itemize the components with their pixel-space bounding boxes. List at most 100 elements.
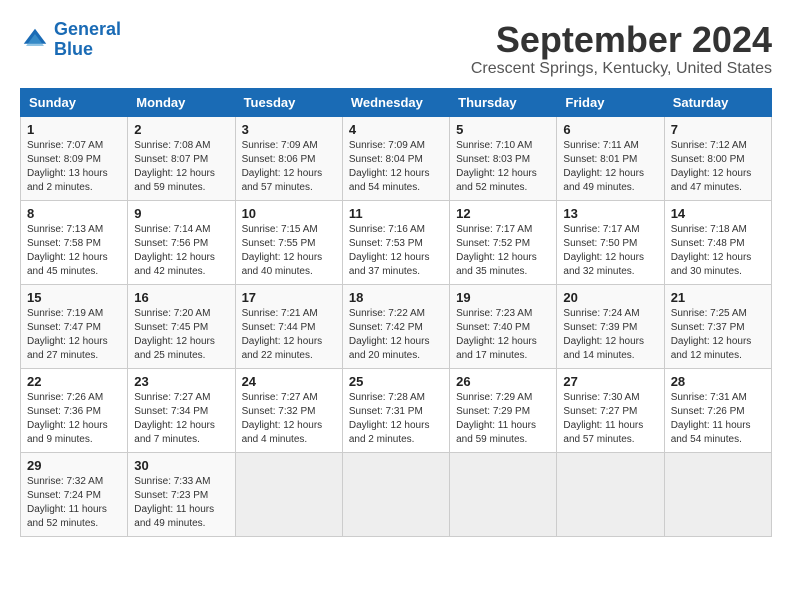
day-info: Sunrise: 7:18 AMSunset: 7:48 PMDaylight:… xyxy=(671,223,765,279)
day-info: Sunrise: 7:27 AMSunset: 7:34 PMDaylight:… xyxy=(134,391,228,447)
calendar-header-row: Sunday Monday Tuesday Wednesday Thursday… xyxy=(21,88,772,116)
day-info: Sunrise: 7:26 AMSunset: 7:36 PMDaylight:… xyxy=(27,391,121,447)
day-info: Sunrise: 7:16 AMSunset: 7:53 PMDaylight:… xyxy=(349,223,443,279)
col-wednesday: Wednesday xyxy=(342,88,449,116)
day-info: Sunrise: 7:31 AMSunset: 7:26 PMDaylight:… xyxy=(671,391,765,447)
col-thursday: Thursday xyxy=(450,88,557,116)
table-row: 7 Sunrise: 7:12 AMSunset: 8:00 PMDaylight… xyxy=(664,116,771,200)
table-row: 8 Sunrise: 7:13 AMSunset: 7:58 PMDaylight… xyxy=(21,200,128,284)
table-row: 22Sunrise: 7:26 AMSunset: 7:36 PMDayligh… xyxy=(21,368,128,452)
table-row: 20Sunrise: 7:24 AMSunset: 7:39 PMDayligh… xyxy=(557,284,664,368)
day-number: 25 xyxy=(349,374,443,389)
day-info: Sunrise: 7:12 AMSunset: 8:00 PMDaylight:… xyxy=(671,139,765,195)
logo-icon xyxy=(20,25,50,55)
table-row xyxy=(450,452,557,536)
table-row: 1Sunrise: 7:07 AMSunset: 8:09 PMDaylight… xyxy=(21,116,128,200)
day-number: 13 xyxy=(563,206,657,221)
table-row xyxy=(664,452,771,536)
day-number: 19 xyxy=(456,290,550,305)
day-number: 12 xyxy=(456,206,550,221)
day-number: 7 xyxy=(671,122,765,137)
day-info: Sunrise: 7:24 AMSunset: 7:39 PMDaylight:… xyxy=(563,307,657,363)
table-row: 5 Sunrise: 7:10 AMSunset: 8:03 PMDaylight… xyxy=(450,116,557,200)
day-number: 17 xyxy=(242,290,336,305)
calendar-week-row: 29 Sunrise: 7:32 AMSunset: 7:24 PMDayligh… xyxy=(21,452,772,536)
table-row: 17 Sunrise: 7:21 AMSunset: 7:44 PMDayligh… xyxy=(235,284,342,368)
day-number: 9 xyxy=(134,206,228,221)
table-row xyxy=(557,452,664,536)
day-info: Sunrise: 7:10 AMSunset: 8:03 PMDaylight:… xyxy=(456,139,550,195)
table-row xyxy=(235,452,342,536)
col-friday: Friday xyxy=(557,88,664,116)
table-row: 9 Sunrise: 7:14 AMSunset: 7:56 PMDaylight… xyxy=(128,200,235,284)
day-number: 18 xyxy=(349,290,443,305)
table-row: 27Sunrise: 7:30 AMSunset: 7:27 PMDayligh… xyxy=(557,368,664,452)
table-row: 10 Sunrise: 7:15 AMSunset: 7:55 PMDayligh… xyxy=(235,200,342,284)
day-info: Sunrise: 7:22 AMSunset: 7:42 PMDaylight:… xyxy=(349,307,443,363)
table-row: 29 Sunrise: 7:32 AMSunset: 7:24 PMDayligh… xyxy=(21,452,128,536)
day-number: 24 xyxy=(242,374,336,389)
table-row: 21Sunrise: 7:25 AMSunset: 7:37 PMDayligh… xyxy=(664,284,771,368)
col-sunday: Sunday xyxy=(21,88,128,116)
day-info: Sunrise: 7:32 AMSunset: 7:24 PMDaylight:… xyxy=(27,475,121,531)
day-number: 4 xyxy=(349,122,443,137)
table-row xyxy=(342,452,449,536)
table-row: 30 Sunrise: 7:33 AMSunset: 7:23 PMDayligh… xyxy=(128,452,235,536)
day-number: 6 xyxy=(563,122,657,137)
calendar-subtitle: Crescent Springs, Kentucky, United State… xyxy=(471,60,772,78)
day-number: 26 xyxy=(456,374,550,389)
day-info: Sunrise: 7:23 AMSunset: 7:40 PMDaylight:… xyxy=(456,307,550,363)
day-info: Sunrise: 7:20 AMSunset: 7:45 PMDaylight:… xyxy=(134,307,228,363)
table-row: 18 Sunrise: 7:22 AMSunset: 7:42 PMDayligh… xyxy=(342,284,449,368)
table-row: 24 Sunrise: 7:27 AMSunset: 7:32 PMDayligh… xyxy=(235,368,342,452)
day-number: 30 xyxy=(134,458,228,473)
day-info: Sunrise: 7:13 AMSunset: 7:58 PMDaylight:… xyxy=(27,223,121,279)
day-info: Sunrise: 7:17 AMSunset: 7:50 PMDaylight:… xyxy=(563,223,657,279)
title-area: September 2024 Crescent Springs, Kentuck… xyxy=(471,20,772,78)
day-info: Sunrise: 7:09 AMSunset: 8:06 PMDaylight:… xyxy=(242,139,336,195)
table-row: 26 Sunrise: 7:29 AMSunset: 7:29 PMDayligh… xyxy=(450,368,557,452)
table-row: 2 Sunrise: 7:08 AMSunset: 8:07 PMDaylight… xyxy=(128,116,235,200)
day-number: 28 xyxy=(671,374,765,389)
day-number: 14 xyxy=(671,206,765,221)
day-info: Sunrise: 7:29 AMSunset: 7:29 PMDaylight:… xyxy=(456,391,550,447)
day-info: Sunrise: 7:25 AMSunset: 7:37 PMDaylight:… xyxy=(671,307,765,363)
day-number: 2 xyxy=(134,122,228,137)
table-row: 25 Sunrise: 7:28 AMSunset: 7:31 PMDayligh… xyxy=(342,368,449,452)
calendar-title: September 2024 xyxy=(471,20,772,60)
calendar-week-row: 1Sunrise: 7:07 AMSunset: 8:09 PMDaylight… xyxy=(21,116,772,200)
day-info: Sunrise: 7:33 AMSunset: 7:23 PMDaylight:… xyxy=(134,475,228,531)
col-monday: Monday xyxy=(128,88,235,116)
day-info: Sunrise: 7:08 AMSunset: 8:07 PMDaylight:… xyxy=(134,139,228,195)
table-row: 14 Sunrise: 7:18 AMSunset: 7:48 PMDayligh… xyxy=(664,200,771,284)
day-info: Sunrise: 7:15 AMSunset: 7:55 PMDaylight:… xyxy=(242,223,336,279)
logo: General Blue xyxy=(20,20,121,60)
table-row: 15Sunrise: 7:19 AMSunset: 7:47 PMDayligh… xyxy=(21,284,128,368)
day-info: Sunrise: 7:27 AMSunset: 7:32 PMDaylight:… xyxy=(242,391,336,447)
day-number: 11 xyxy=(349,206,443,221)
col-tuesday: Tuesday xyxy=(235,88,342,116)
day-number: 29 xyxy=(27,458,121,473)
col-saturday: Saturday xyxy=(664,88,771,116)
day-info: Sunrise: 7:30 AMSunset: 7:27 PMDaylight:… xyxy=(563,391,657,447)
table-row: 3 Sunrise: 7:09 AMSunset: 8:06 PMDaylight… xyxy=(235,116,342,200)
day-number: 3 xyxy=(242,122,336,137)
calendar-week-row: 22Sunrise: 7:26 AMSunset: 7:36 PMDayligh… xyxy=(21,368,772,452)
day-info: Sunrise: 7:11 AMSunset: 8:01 PMDaylight:… xyxy=(563,139,657,195)
logo-text: General Blue xyxy=(54,20,121,60)
day-number: 8 xyxy=(27,206,121,221)
day-number: 5 xyxy=(456,122,550,137)
day-info: Sunrise: 7:17 AMSunset: 7:52 PMDaylight:… xyxy=(456,223,550,279)
calendar-week-row: 15Sunrise: 7:19 AMSunset: 7:47 PMDayligh… xyxy=(21,284,772,368)
table-row: 23Sunrise: 7:27 AMSunset: 7:34 PMDayligh… xyxy=(128,368,235,452)
day-number: 10 xyxy=(242,206,336,221)
day-info: Sunrise: 7:28 AMSunset: 7:31 PMDaylight:… xyxy=(349,391,443,447)
day-info: Sunrise: 7:14 AMSunset: 7:56 PMDaylight:… xyxy=(134,223,228,279)
day-info: Sunrise: 7:19 AMSunset: 7:47 PMDaylight:… xyxy=(27,307,121,363)
table-row: 19 Sunrise: 7:23 AMSunset: 7:40 PMDayligh… xyxy=(450,284,557,368)
day-number: 16 xyxy=(134,290,228,305)
calendar-week-row: 8 Sunrise: 7:13 AMSunset: 7:58 PMDaylight… xyxy=(21,200,772,284)
day-number: 1 xyxy=(27,122,121,137)
day-info: Sunrise: 7:21 AMSunset: 7:44 PMDaylight:… xyxy=(242,307,336,363)
table-row: 4Sunrise: 7:09 AMSunset: 8:04 PMDaylight… xyxy=(342,116,449,200)
